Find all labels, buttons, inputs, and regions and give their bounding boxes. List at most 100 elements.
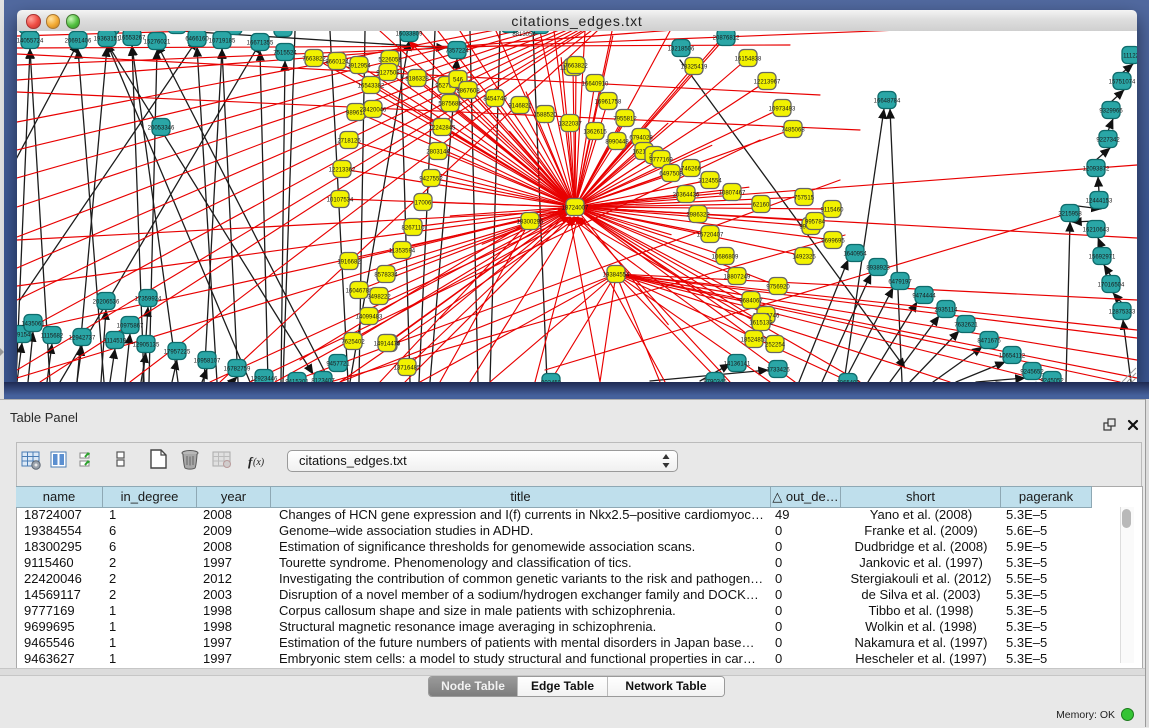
svg-text:6794028: 6794028 (629, 136, 653, 142)
svg-text:12942737: 12942737 (69, 336, 96, 342)
svg-text:9684067: 9684067 (739, 299, 763, 305)
svg-text:746266: 746266 (681, 167, 702, 173)
svg-text:995784: 995784 (805, 220, 826, 226)
svg-text:10973493: 10973493 (769, 107, 796, 113)
svg-text:1588520: 1588520 (533, 113, 557, 119)
svg-text:8454749: 8454749 (483, 97, 507, 103)
svg-text:1733426: 1733426 (766, 368, 790, 374)
svg-text:23420046: 23420046 (360, 108, 387, 114)
svg-text:13716485: 13716485 (394, 366, 421, 372)
svg-text:2986322: 2986322 (686, 213, 710, 219)
svg-text:1615132: 1615132 (749, 321, 773, 327)
svg-text:10686809: 10686809 (712, 255, 739, 261)
svg-text:8813054: 8813054 (512, 32, 536, 38)
svg-text:18724007: 18724007 (562, 206, 589, 212)
svg-text:10807467: 10807467 (719, 191, 746, 197)
svg-text:16154838: 16154838 (735, 57, 762, 63)
svg-text:16543382: 16543382 (358, 84, 385, 90)
svg-text:16961758: 16961758 (595, 100, 622, 106)
svg-text:9146821: 9146821 (508, 104, 532, 110)
svg-text:6497508: 6497508 (659, 172, 683, 178)
svg-text:12444153: 12444153 (1086, 199, 1113, 205)
svg-text:19384554: 19384554 (603, 273, 630, 279)
svg-text:8938923: 8938923 (866, 266, 890, 272)
svg-text:2867608: 2867608 (456, 89, 480, 95)
svg-text:18807249: 18807249 (724, 275, 751, 281)
svg-text:8990448: 8990448 (605, 140, 629, 146)
svg-text:2718126: 2718126 (337, 139, 361, 145)
svg-text:13218506: 13218506 (668, 47, 695, 53)
svg-text:6479197: 6479197 (888, 280, 912, 286)
svg-text:12875333: 12875333 (1109, 310, 1136, 316)
svg-text:16210643: 16210643 (1083, 228, 1110, 234)
svg-text:9699695: 9699695 (821, 239, 845, 245)
svg-text:15276021: 15276021 (144, 40, 171, 46)
svg-text:(x): (x) (253, 457, 265, 468)
svg-text:1492325: 1492325 (792, 255, 816, 261)
svg-text:62160: 62160 (753, 203, 770, 209)
svg-text:20876812: 20876812 (713, 36, 740, 42)
svg-text:12093872: 12093872 (1083, 167, 1110, 173)
svg-text:11353594: 11353594 (389, 249, 416, 255)
svg-text:8471676: 8471676 (977, 339, 1001, 345)
svg-text:3124554: 3124554 (698, 179, 722, 185)
svg-text:16553267: 16553267 (119, 36, 146, 42)
svg-text:7357224: 7357224 (445, 49, 469, 55)
svg-text:10654112: 10654112 (999, 354, 1026, 360)
svg-text:7625402: 7625402 (341, 340, 365, 346)
svg-text:17006: 17006 (415, 201, 432, 207)
svg-text:2803144: 2803144 (426, 150, 450, 156)
svg-text:3912954: 3912954 (347, 64, 371, 70)
svg-text:10719185: 10719185 (209, 39, 236, 45)
svg-text:14055724: 14055724 (17, 39, 44, 45)
svg-text:15692971: 15692971 (1089, 255, 1116, 261)
svg-text:8267110: 8267110 (402, 226, 426, 232)
svg-text:1640954: 1640954 (843, 252, 867, 258)
svg-text:9227342: 9227342 (1096, 138, 1120, 144)
svg-text:9427552: 9427552 (419, 177, 443, 183)
svg-text:19363151: 19363151 (94, 37, 121, 43)
svg-text:8660124: 8660124 (325, 60, 349, 66)
svg-text:18524855: 18524855 (741, 338, 768, 344)
svg-text:757515: 757515 (794, 196, 815, 202)
svg-text:12213362: 12213362 (329, 168, 356, 174)
svg-text:9756920: 9756920 (766, 285, 790, 291)
svg-text:3215958: 3215958 (1058, 212, 1082, 218)
svg-text:17957225: 17957225 (164, 350, 191, 356)
svg-text:9329966: 9329966 (1099, 109, 1123, 115)
svg-text:10975867: 10975867 (117, 324, 144, 330)
svg-text:1322037: 1322037 (558, 122, 582, 128)
svg-text:39154: 39154 (17, 333, 31, 339)
svg-text:12242845: 12242845 (429, 126, 456, 132)
svg-text:7632621: 7632621 (954, 323, 978, 329)
svg-text:3498222: 3498222 (367, 295, 391, 301)
svg-text:14136141: 14136141 (724, 362, 751, 368)
svg-text:252254: 252254 (765, 343, 786, 349)
svg-text:20206536: 20206536 (93, 300, 120, 306)
svg-text:7663822: 7663822 (564, 64, 588, 70)
svg-text:8578334: 8578334 (374, 273, 398, 279)
svg-text:16782759: 16782759 (224, 367, 251, 373)
svg-text:9474444: 9474444 (912, 294, 936, 300)
svg-text:1916682: 1916682 (337, 260, 361, 266)
svg-text:1435061: 1435061 (21, 322, 45, 328)
svg-text:16648784: 16648784 (874, 99, 901, 105)
svg-text:8186328: 8186328 (405, 77, 429, 83)
svg-text:18300295: 18300295 (517, 220, 544, 226)
svg-text:9777169: 9777169 (649, 158, 673, 164)
svg-text:6466160: 6466160 (185, 37, 209, 43)
svg-text:10107534: 10107534 (327, 198, 354, 204)
svg-text:20053346: 20053346 (148, 126, 175, 132)
svg-text:17016504: 17016504 (1098, 283, 1125, 289)
svg-text:20364436: 20364436 (673, 193, 700, 199)
svg-text:13325419: 13325419 (681, 65, 708, 71)
svg-text:14099483: 14099483 (356, 315, 383, 321)
svg-text:15720407: 15720407 (697, 233, 724, 239)
svg-text:1362615: 1362615 (583, 130, 607, 136)
svg-text:12213967: 12213967 (754, 80, 781, 86)
svg-text:9127508: 9127508 (376, 71, 400, 77)
svg-text:7663822: 7663822 (302, 57, 326, 63)
svg-text:9245652: 9245652 (1020, 370, 1044, 376)
svg-text:16033809: 16033809 (396, 32, 423, 38)
svg-text:1114519: 1114519 (104, 339, 127, 345)
